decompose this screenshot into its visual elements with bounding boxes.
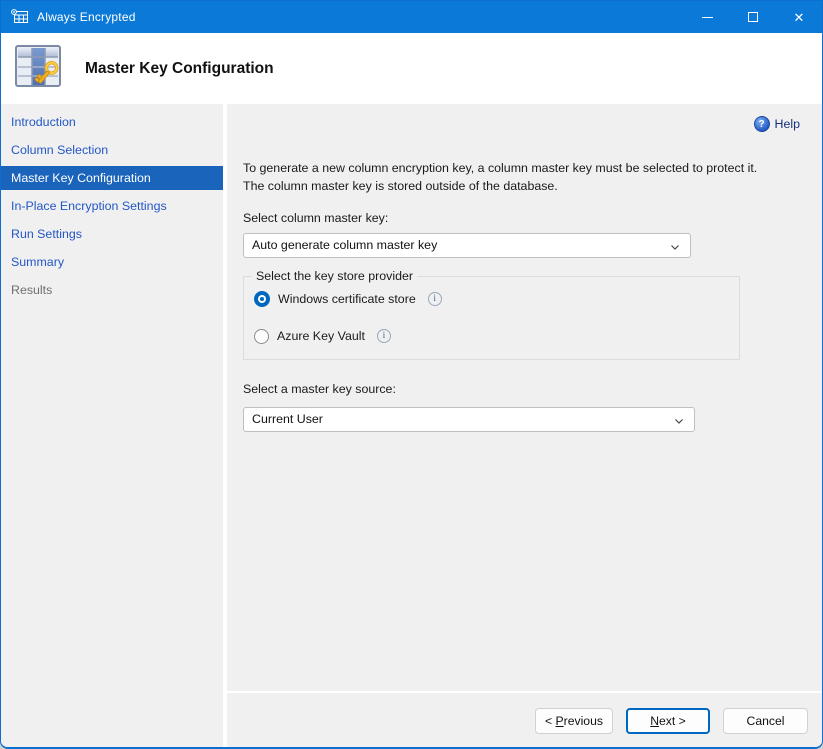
master-key-source-label: Select a master key source: — [243, 382, 800, 396]
radio-selected-icon — [254, 291, 270, 307]
sidebar-item-in-place-encryption-settings[interactable]: In-Place Encryption Settings — [1, 192, 223, 220]
master-key-source-dropdown[interactable]: Current User — [243, 407, 695, 432]
azure-key-vault-label: Azure Key Vault — [277, 329, 365, 343]
wizard-body: Introduction Column Selection Master Key… — [1, 104, 822, 748]
key-store-provider-group: Select the key store provider Windows ce… — [243, 276, 740, 360]
wizard-footer: < Previous Next > Cancel — [227, 691, 822, 748]
always-encrypted-wizard-window: Always Encrypted ✕ — [0, 0, 823, 749]
sidebar-item-results: Results — [1, 276, 223, 304]
cancel-button[interactable]: Cancel — [723, 708, 808, 734]
titlebar: Always Encrypted ✕ — [1, 1, 822, 33]
maximize-button[interactable] — [730, 1, 776, 33]
wizard-header: Master Key Configuration — [1, 33, 822, 104]
table-key-icon — [13, 41, 63, 96]
help-label: Help — [775, 117, 800, 131]
help-icon: ? — [754, 116, 770, 132]
sidebar-item-summary[interactable]: Summary — [1, 248, 223, 276]
sidebar-item-column-selection[interactable]: Column Selection — [1, 136, 223, 164]
column-master-key-value: Auto generate column master key — [252, 238, 437, 252]
key-store-provider-legend: Select the key store provider — [252, 269, 417, 283]
previous-button[interactable]: < Previous — [535, 708, 613, 734]
info-icon[interactable]: i — [428, 292, 442, 306]
chevron-down-icon — [673, 415, 685, 430]
radio-unselected-icon — [254, 329, 269, 344]
radio-windows-certificate-store[interactable]: Windows certificate store i — [254, 291, 727, 307]
app-table-key-icon — [11, 9, 29, 25]
close-button[interactable]: ✕ — [776, 1, 822, 33]
page-title: Master Key Configuration — [85, 60, 274, 78]
wizard-steps-sidebar: Introduction Column Selection Master Key… — [1, 104, 223, 748]
info-icon[interactable]: i — [377, 329, 391, 343]
radio-azure-key-vault[interactable]: Azure Key Vault i — [254, 329, 727, 344]
sidebar-item-introduction[interactable]: Introduction — [1, 108, 223, 136]
description-text: To generate a new column encryption key,… — [243, 160, 771, 196]
chevron-down-icon — [669, 241, 681, 256]
main-panel: ? Help To generate a new column encrypti… — [227, 104, 822, 748]
master-key-source-value: Current User — [252, 412, 323, 426]
column-master-key-dropdown[interactable]: Auto generate column master key — [243, 233, 691, 258]
help-link[interactable]: ? Help — [243, 116, 800, 132]
window-title: Always Encrypted — [37, 10, 684, 24]
next-button[interactable]: Next > — [626, 708, 710, 734]
sidebar-item-run-settings[interactable]: Run Settings — [1, 220, 223, 248]
column-master-key-label: Select column master key: — [243, 211, 800, 225]
windows-certificate-store-label: Windows certificate store — [278, 292, 416, 306]
minimize-button[interactable] — [684, 1, 730, 33]
sidebar-item-master-key-configuration[interactable]: Master Key Configuration — [1, 166, 223, 190]
